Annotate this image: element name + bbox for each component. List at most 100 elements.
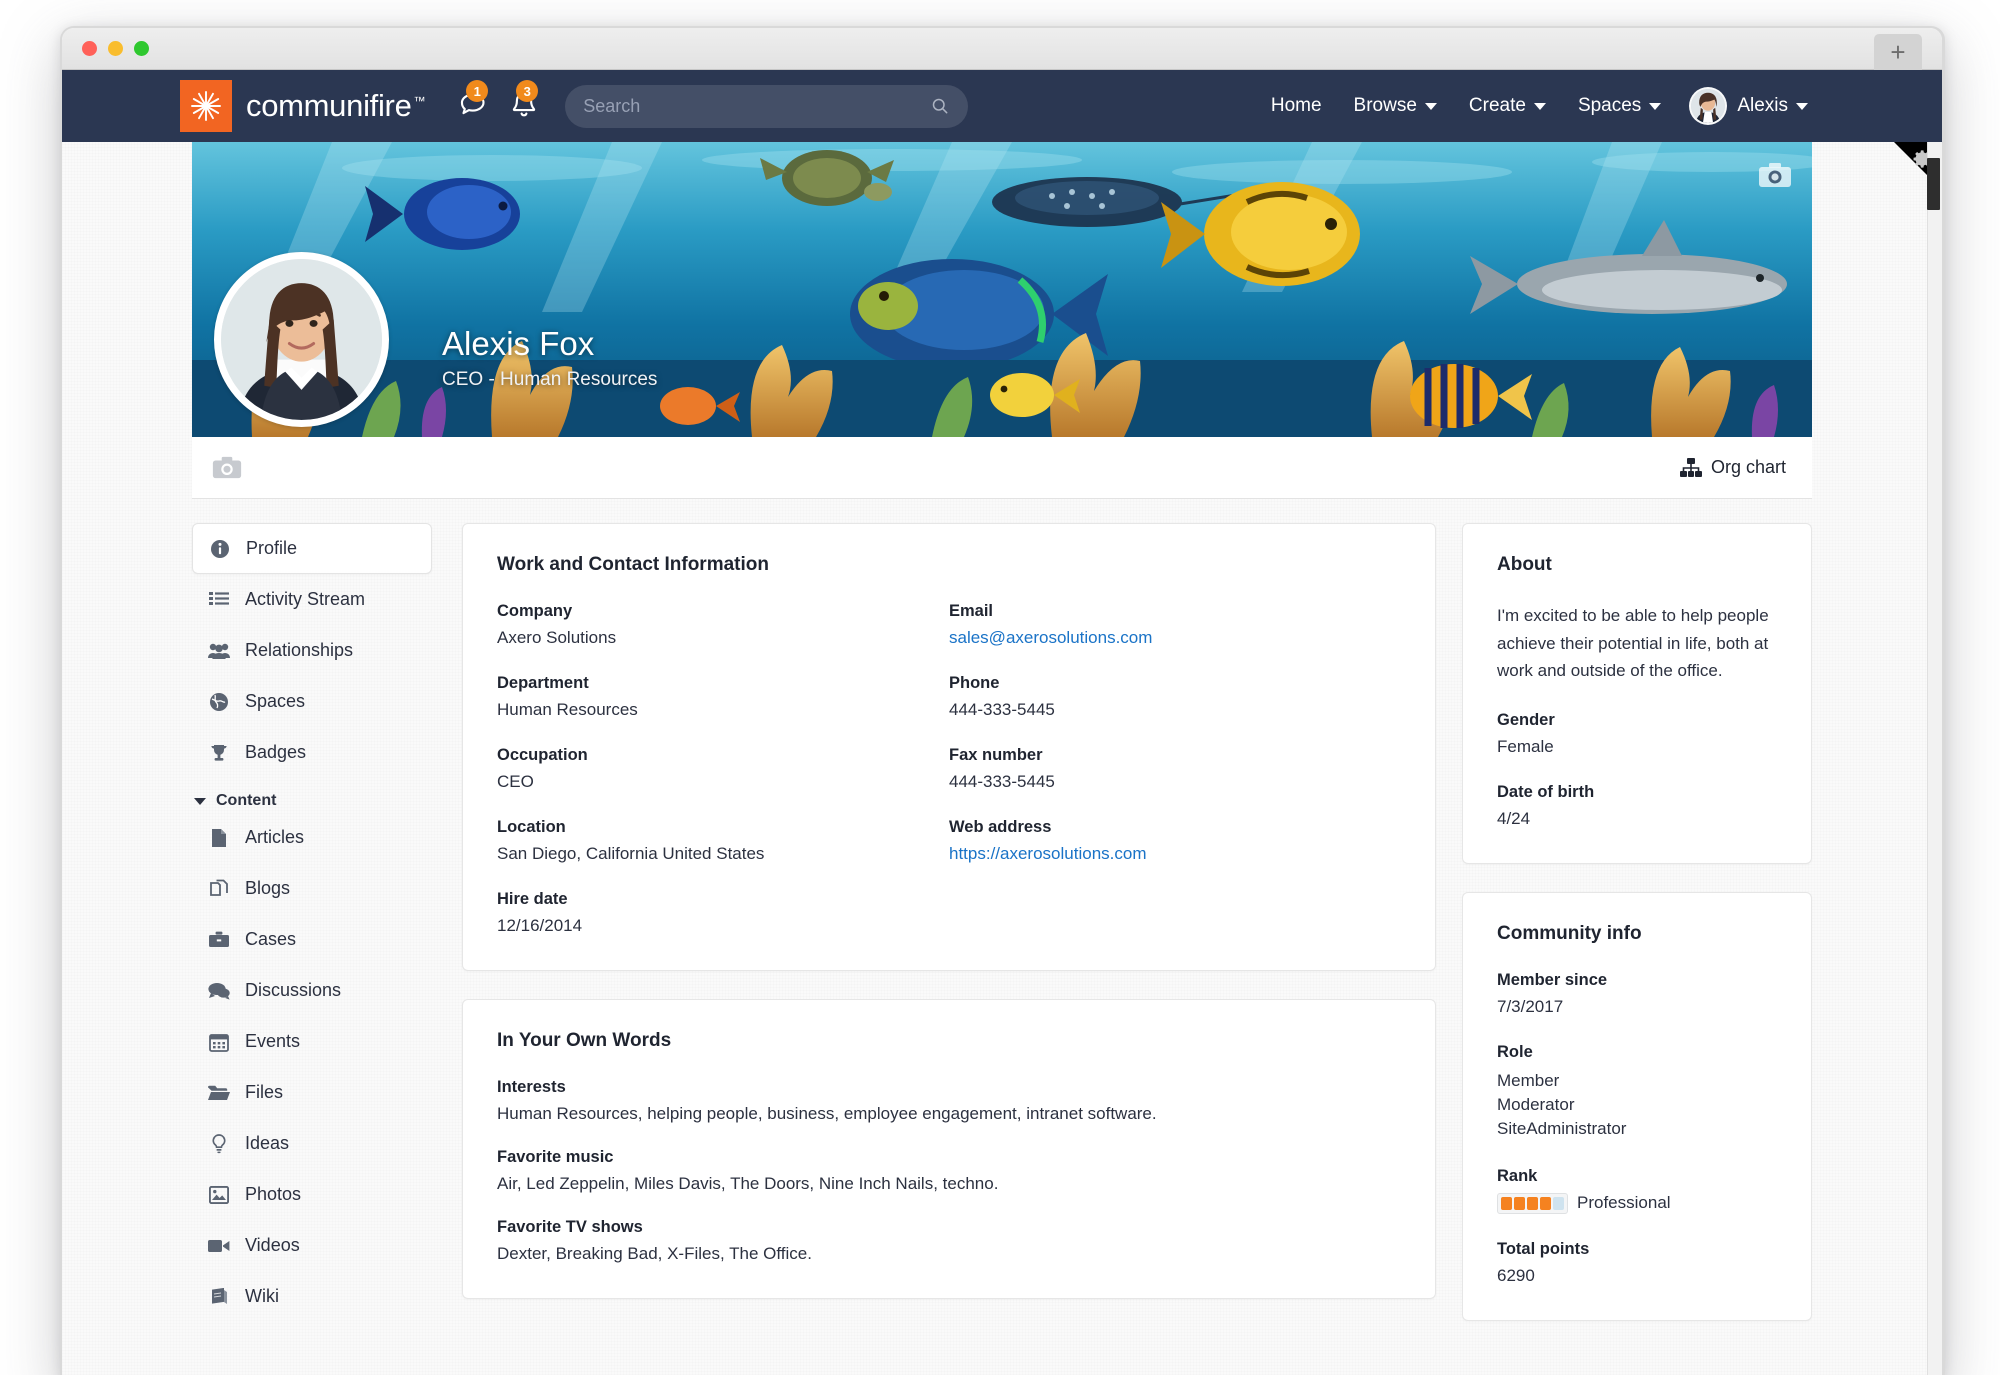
- sidebar-item-cases[interactable]: Cases: [192, 914, 432, 965]
- sidebar-item-label: Articles: [245, 827, 305, 847]
- notifications-button[interactable]: 3: [507, 80, 541, 123]
- sidebar-item-label: Wiki: [245, 1286, 279, 1306]
- field-value: 4/24: [1497, 808, 1531, 828]
- field-web-address: Web address https://axerosolutions.com: [949, 818, 1401, 864]
- rank-pip: [1501, 1196, 1512, 1210]
- maximize-window-button[interactable]: [134, 41, 149, 56]
- sidebar-item-badges[interactable]: Badges: [192, 727, 432, 778]
- sidebar: Profile Activity Stream Relationships Sp…: [192, 523, 432, 1349]
- community-info-card: Community info Member since 7/3/2017 Rol…: [1462, 891, 1812, 1321]
- rank-row: Professional: [1497, 1192, 1777, 1214]
- field-role: Role Member Moderator SiteAdministrator: [1497, 1043, 1777, 1141]
- sidebar-group-content[interactable]: Content: [194, 792, 432, 810]
- field-favorite-music: Favorite music Air, Led Zeppelin, Miles …: [497, 1148, 1401, 1194]
- role-value: SiteAdministrator: [1497, 1118, 1627, 1138]
- globe-icon: [208, 691, 230, 713]
- sidebar-item-ideas[interactable]: Ideas: [192, 1118, 432, 1169]
- brand-name: communifire ™: [246, 88, 426, 124]
- nav-item-create[interactable]: Create: [1453, 95, 1562, 117]
- field-label: Gender: [1497, 710, 1555, 729]
- messages-button[interactable]: 1: [457, 80, 491, 123]
- field-value: Air, Led Zeppelin, Miles Davis, The Door…: [497, 1174, 999, 1193]
- website-link[interactable]: https://axerosolutions.com: [949, 844, 1146, 863]
- avatar[interactable]: [1689, 87, 1728, 125]
- about-bio: I'm excited to be able to help people ac…: [1497, 606, 1769, 681]
- user-menu-button[interactable]: Alexis: [1727, 95, 1824, 117]
- new-tab-button[interactable]: +: [1874, 34, 1922, 70]
- rank-label: Professional: [1577, 1193, 1671, 1213]
- field-value: Female: [1497, 736, 1554, 756]
- window-controls: [82, 41, 149, 56]
- field-favorite-tv-shows: Favorite TV shows Dexter, Breaking Bad, …: [497, 1218, 1401, 1264]
- field-email: Email sales@axerosolutions.com: [949, 602, 1401, 648]
- field-value: Human Resources, helping people, busines…: [497, 1104, 1157, 1123]
- card-title: Work and Contact Information: [497, 554, 769, 575]
- org-chart-label: Org chart: [1710, 457, 1786, 477]
- sidebar-item-blogs[interactable]: Blogs: [192, 863, 432, 914]
- sidebar-item-label: Ideas: [245, 1133, 290, 1153]
- sidebar-item-profile[interactable]: Profile: [192, 523, 432, 574]
- close-window-button[interactable]: [82, 41, 97, 56]
- rank-pip: [1514, 1196, 1525, 1210]
- sidebar-item-discussions[interactable]: Discussions: [192, 965, 432, 1016]
- user-menu-label: Alexis: [1737, 95, 1788, 116]
- nav-item-home[interactable]: Home: [1255, 95, 1338, 117]
- nav-label: Home: [1270, 95, 1322, 116]
- field-department: Department Human Resources: [497, 674, 949, 720]
- org-chart-button[interactable]: Org chart: [1679, 457, 1786, 478]
- sidebar-item-files[interactable]: Files: [192, 1067, 432, 1118]
- sidebar-item-videos[interactable]: Videos: [192, 1220, 432, 1271]
- field-total-points: Total points 6290: [1497, 1240, 1777, 1286]
- profile-subtitle: CEO - Human Resources: [442, 369, 658, 390]
- vertical-scrollbar-track[interactable]: [1927, 142, 1942, 1375]
- field-label: Favorite TV shows: [497, 1218, 643, 1236]
- field-member-since: Member since 7/3/2017: [1497, 971, 1777, 1017]
- sidebar-item-relationships[interactable]: Relationships: [192, 625, 432, 676]
- brand[interactable]: communifire ™: [180, 80, 426, 132]
- field-fax-number: Fax number 444-333-5445: [949, 746, 1401, 792]
- vertical-scrollbar-thumb[interactable]: [1927, 158, 1940, 210]
- document-icon: [208, 827, 230, 849]
- video-camera-icon: [208, 1235, 230, 1257]
- field-label: Fax number: [949, 746, 1043, 764]
- search-bar[interactable]: [565, 84, 969, 128]
- field-label: Phone: [949, 674, 1000, 692]
- field-value: San Diego, California United States: [497, 844, 765, 863]
- main-column: Work and Contact Information Company Axe…: [432, 523, 1462, 1349]
- field-phone: Phone 444-333-5445: [949, 674, 1401, 720]
- sidebar-item-spaces[interactable]: Spaces: [192, 676, 432, 727]
- sidebar-item-activity-stream[interactable]: Activity Stream: [192, 574, 432, 625]
- rank-pip: [1540, 1196, 1551, 1210]
- sidebar-item-wiki[interactable]: Wiki: [192, 1271, 432, 1322]
- trademark-symbol: ™: [413, 93, 426, 108]
- field-label: Interests: [497, 1078, 566, 1096]
- sidebar-item-label: Blogs: [245, 878, 291, 898]
- work-contact-card: Work and Contact Information Company Axe…: [462, 523, 1436, 971]
- sidebar-item-label: Relationships: [245, 640, 354, 660]
- sidebar-item-label: Activity Stream: [245, 589, 366, 609]
- email-link[interactable]: sales@axerosolutions.com: [949, 628, 1152, 647]
- camera-icon[interactable]: [212, 456, 242, 479]
- camera-icon[interactable]: [1758, 162, 1792, 188]
- sidebar-item-events[interactable]: Events: [192, 1016, 432, 1067]
- minimize-window-button[interactable]: [108, 41, 123, 56]
- role-value: Moderator: [1497, 1094, 1575, 1114]
- copy-icon: [208, 878, 230, 900]
- search-input[interactable]: [583, 95, 931, 117]
- sidebar-item-label: Cases: [245, 929, 297, 949]
- sidebar-item-photos[interactable]: Photos: [192, 1169, 432, 1220]
- field-label: Company: [497, 602, 573, 620]
- page-title: Alexis Fox: [442, 325, 595, 363]
- field-value: 444-333-5445: [949, 772, 1055, 791]
- nav-item-browse[interactable]: Browse: [1338, 95, 1453, 117]
- field-label: Rank: [1497, 1166, 1538, 1185]
- profile-avatar[interactable]: [214, 252, 389, 427]
- field-label: Hire date: [497, 890, 568, 908]
- nav-item-spaces[interactable]: Spaces: [1562, 95, 1677, 117]
- field-occupation: Occupation CEO: [497, 746, 949, 792]
- card-title: About: [1497, 554, 1552, 575]
- comments-icon: [208, 980, 230, 1002]
- sidebar-item-articles[interactable]: Articles: [192, 812, 432, 863]
- users-icon: [208, 640, 230, 662]
- profile-body: Profile Activity Stream Relationships Sp…: [192, 499, 1812, 1349]
